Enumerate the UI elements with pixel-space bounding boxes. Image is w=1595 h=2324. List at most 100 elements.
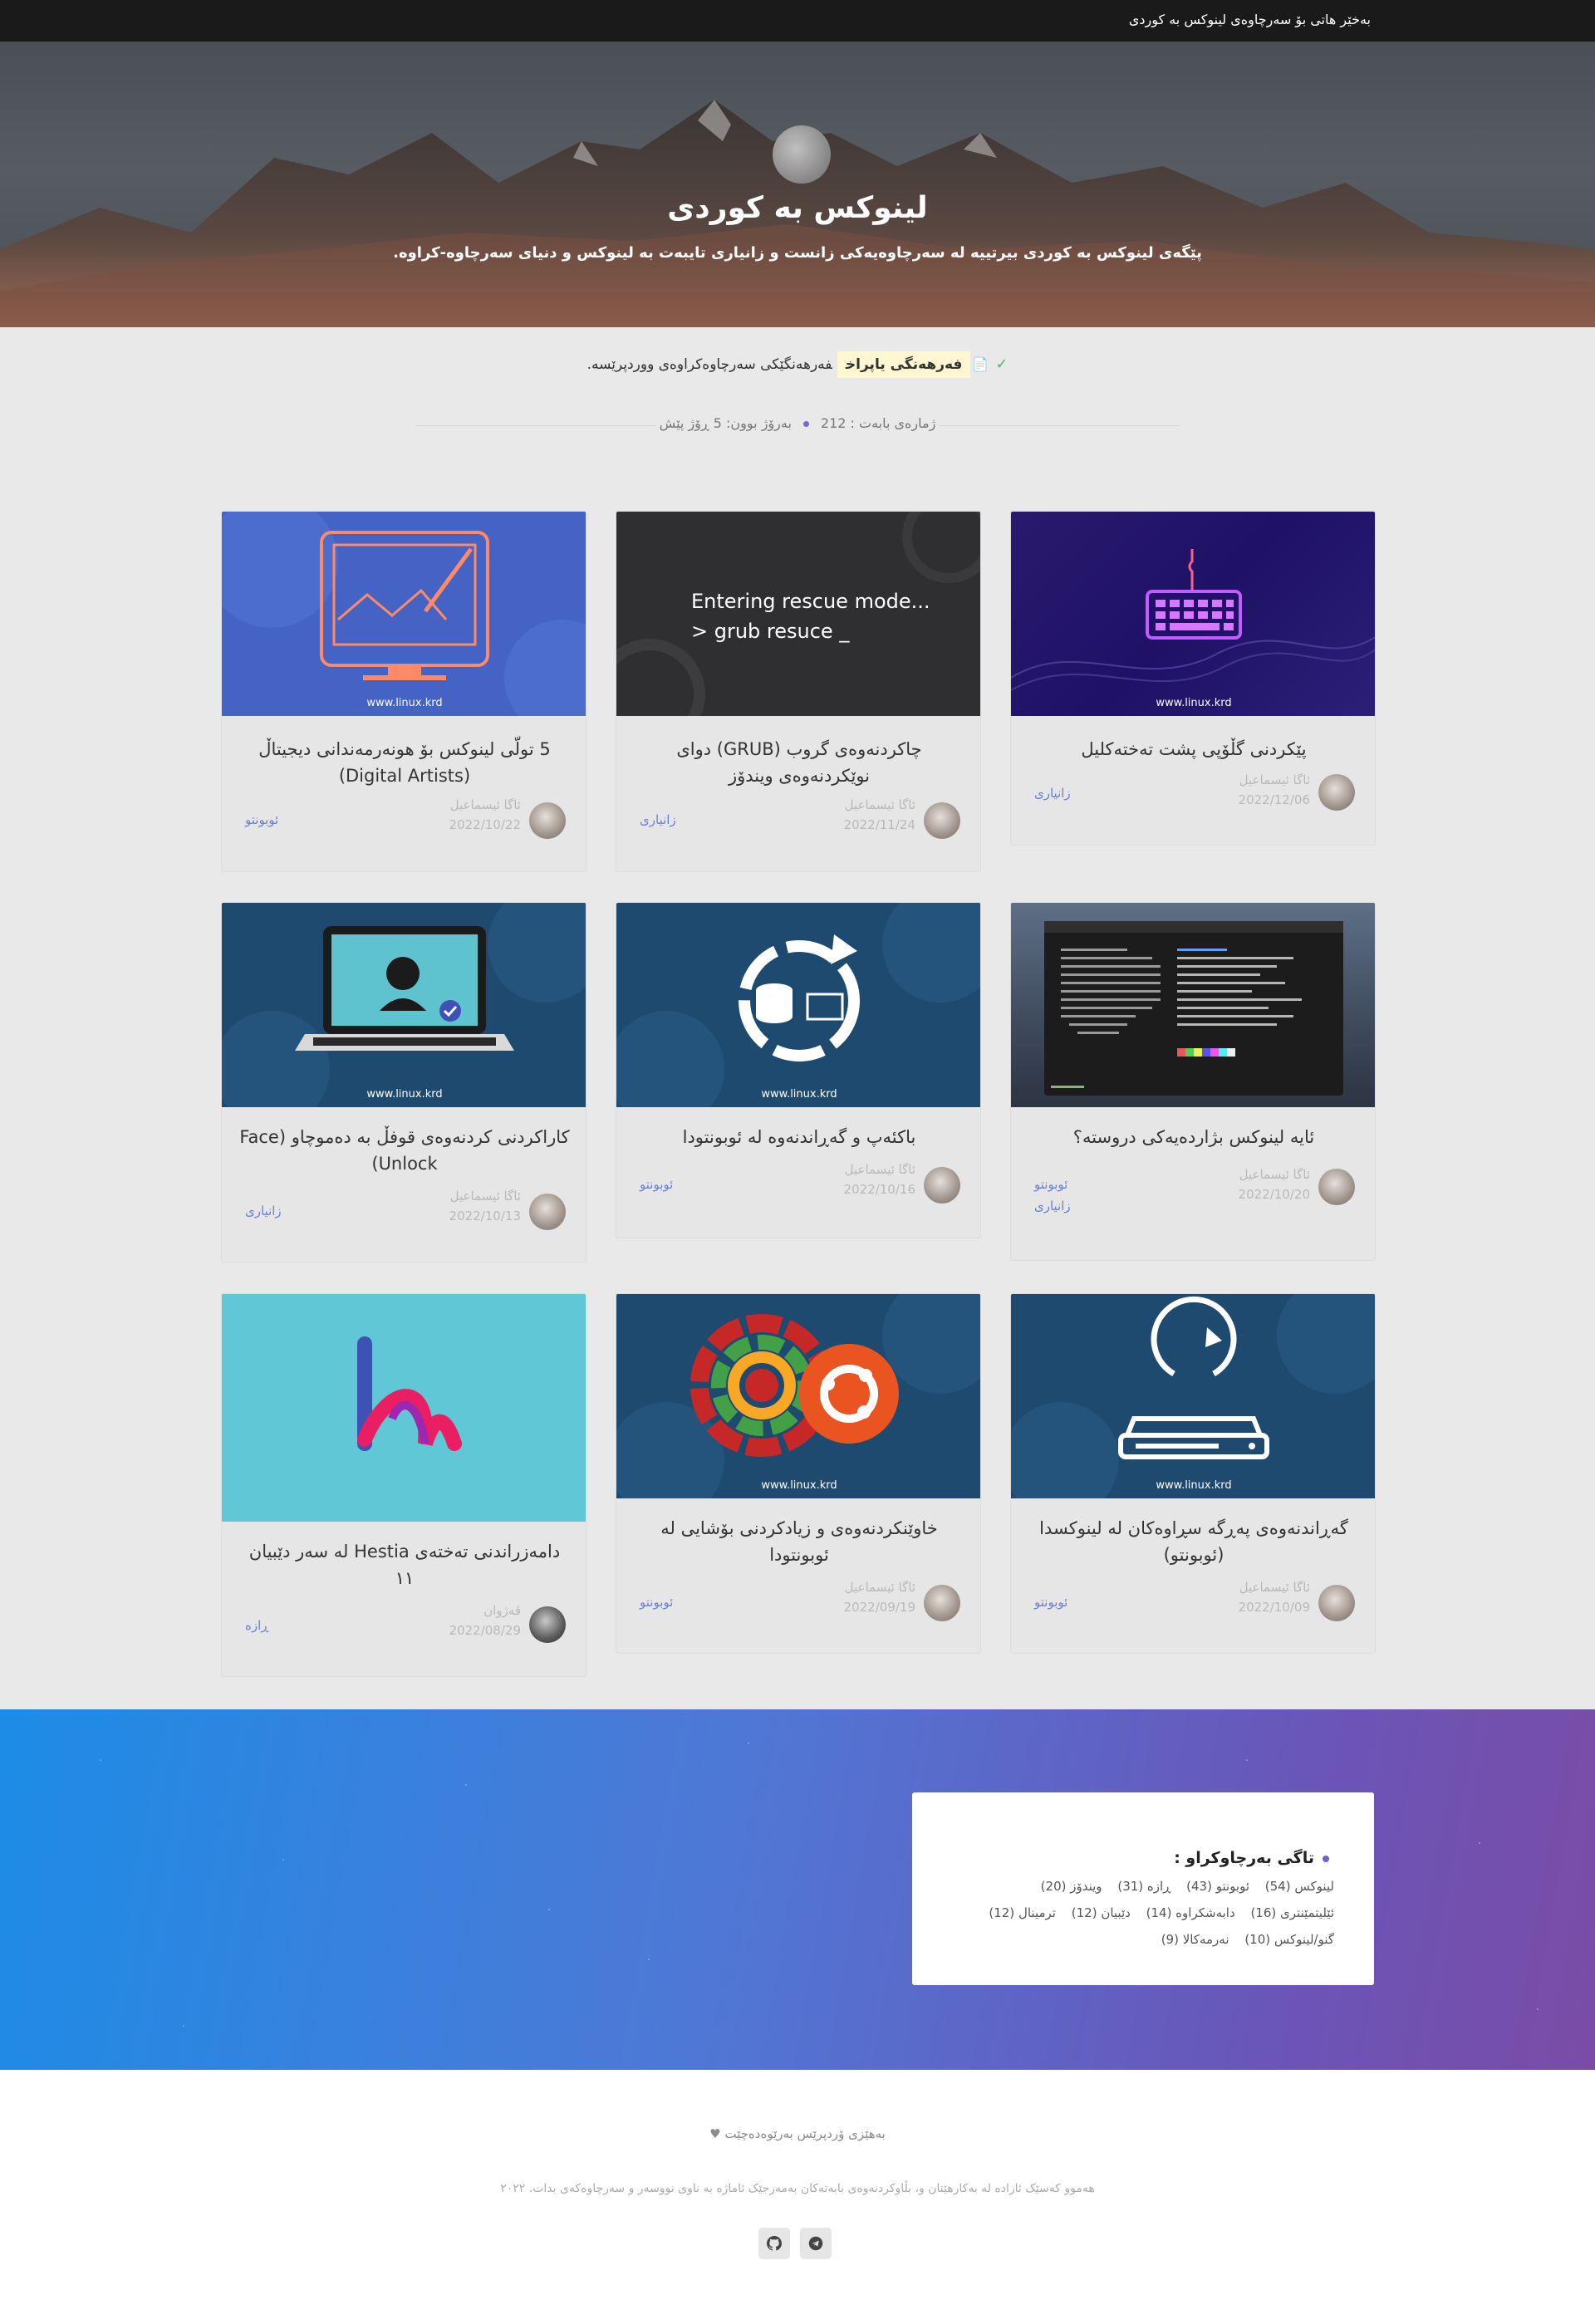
post-thumbnail[interactable]: www.linux.krd [1011, 512, 1375, 716]
avatar[interactable] [924, 1167, 960, 1204]
site-stats: ژمارەی بابەت : 212 بەرۆژ بوون: 5 ڕۆژ پێش [0, 415, 1595, 431]
post-title[interactable]: دامەزراندنی تەختەی Hestia لە سەر دێبیان … [238, 1538, 571, 1591]
tag-link[interactable]: ڕازە (31) [1117, 1879, 1170, 1894]
last-updated: بەرۆژ بوون: 5 ڕۆژ پێش [659, 415, 792, 431]
github-icon[interactable] [758, 2228, 790, 2259]
tag-link[interactable]: ئوبونتو (43) [1186, 1879, 1249, 1894]
author-name[interactable]: ئاگا ئیسماعیل [1239, 772, 1310, 787]
watermark: www.linux.krd [1156, 697, 1232, 709]
post-card[interactable]: دامەزراندنی تەختەی Hestia لە سەر دێبیان … [221, 1293, 586, 1677]
copyright-text: هەموو کەسێک ئازادە لە بەکارهێنان و، بڵاو… [500, 2182, 1095, 2195]
category-link[interactable]: زانیاری [245, 1204, 282, 1218]
author-name[interactable]: ئاگا ئیسماعیل [845, 1162, 915, 1177]
post-title[interactable]: گەڕاندنەوەی پەڕگە سڕاوەکان لە لینوکسدا (… [1028, 1515, 1360, 1568]
watermark: www.linux.krd [761, 1088, 837, 1101]
tag-link[interactable]: لینوکس (54) [1265, 1879, 1334, 1894]
watermark: www.linux.krd [1156, 1479, 1232, 1492]
post-thumbnail[interactable]: www.linux.krd [616, 1294, 980, 1498]
document-icon: 📄 [972, 356, 989, 372]
avatar[interactable] [1318, 774, 1355, 811]
avatar[interactable] [1318, 1169, 1355, 1205]
post-card[interactable]: www.linux.krd باکئەپ و گەڕاندنەوە لە ئوب… [616, 902, 981, 1238]
category-link[interactable]: زانیاری [1034, 786, 1071, 801]
check-icon: ✓ [995, 355, 1009, 373]
tag-link[interactable]: نەرمەکالا (9) [1161, 1932, 1229, 1947]
dictionary-link[interactable]: فەرهەنگی یاپراخ [837, 351, 971, 378]
post-title[interactable]: چاکردنەوەی گروب (GRUB) دوای نوێکردنەوەی … [633, 736, 965, 789]
author-name[interactable]: ئاگا ئیسماعیل [450, 797, 521, 812]
star [100, 1759, 101, 1761]
top-bar: بەخێر هاتی بۆ سەرچاوەی لینوکس بە کوردی [0, 0, 1595, 42]
avatar[interactable] [924, 802, 960, 839]
category-link[interactable]: ئوبونتو [1034, 1595, 1067, 1610]
post-thumbnail[interactable]: www.linux.krd [222, 903, 586, 1107]
post-card[interactable]: ئایە لینوکس بژاردەیەکی دروستە؟ ئاگا ئیسم… [1010, 902, 1376, 1261]
author-name[interactable]: ڤەژوان [483, 1603, 521, 1618]
star [465, 1784, 467, 1786]
tag-link[interactable]: ترمینال (12) [989, 1905, 1056, 1920]
category-link[interactable]: زانیاری [1034, 1199, 1071, 1213]
category-link[interactable]: ئوبونتو [640, 1177, 673, 1192]
telegram-icon[interactable] [800, 2228, 832, 2259]
post-date: 2022/10/16 [843, 1182, 915, 1197]
post-thumbnail[interactable] [1011, 903, 1375, 1107]
star [282, 1859, 284, 1861]
post-card[interactable]: www.linux.krd گەڕاندنەوەی پەڕگە سڕاوەکان… [1010, 1293, 1376, 1654]
avatar[interactable] [529, 1606, 566, 1643]
post-thumbnail[interactable]: www.linux.krd [616, 903, 980, 1107]
post-card[interactable]: www.linux.krd کاراکردنی کردنەوەی قوفڵ بە… [221, 902, 586, 1263]
post-thumbnail[interactable]: www.linux.krd [1011, 1294, 1375, 1498]
tag-link[interactable]: دابەشکراوە (14) [1146, 1905, 1235, 1920]
tag-row: گنو/لینوکس (10) نەرمەکالا (9) [1150, 1932, 1334, 1947]
post-card[interactable]: www.linux.krd خاوێنکردنەوەی و زیادکردنی … [616, 1293, 981, 1654]
hestia-logo [357, 1336, 462, 1451]
site-title[interactable]: لینوکس بە کوردی [0, 191, 1595, 225]
author-name[interactable]: ئاگا ئیسماعیل [845, 797, 915, 812]
category-link[interactable]: ئوبونتو [640, 1595, 673, 1610]
post-date: 2022/10/20 [1238, 1187, 1310, 1202]
watermark: www.linux.krd [761, 1479, 837, 1492]
avatar[interactable] [529, 1194, 566, 1230]
category-link[interactable]: ڕازە [245, 1618, 268, 1633]
avatar[interactable] [924, 1585, 960, 1621]
post-thumbnail[interactable] [222, 1294, 586, 1522]
star [1246, 1759, 1248, 1761]
drawing-monitor-icon [222, 512, 586, 716]
footer: بەهێزی ۆردپرێس بەرێوەدەچێت ♥ هەموو کەسێک… [0, 2070, 1595, 2324]
post-date: 2022/09/19 [843, 1600, 915, 1615]
post-date: 2022/08/29 [449, 1623, 521, 1638]
star [1537, 2008, 1539, 2010]
author-name[interactable]: ئاگا ئیسماعیل [450, 1189, 521, 1204]
rescue-text: Entering rescue mode... > grub resuce _ [691, 586, 930, 646]
post-title[interactable]: باکئەپ و گەڕاندنەوە لە ئوبونتودا [633, 1124, 965, 1150]
disk-usage-icon [616, 1294, 980, 1498]
post-thumbnail[interactable]: www.linux.krd [222, 512, 586, 716]
widget-title: تاگی بەرچاوکراو : [1174, 1849, 1329, 1867]
post-title[interactable]: پێکردنی گڵۆپی پشت تەختەکلیل [1028, 736, 1360, 762]
category-link[interactable]: زانیاری [640, 812, 676, 827]
post-thumbnail[interactable]: Entering rescue mode... > grub resuce _ [616, 512, 980, 716]
star [1479, 1842, 1480, 1844]
author-name[interactable]: ئاگا ئیسماعیل [1239, 1580, 1310, 1595]
category-link[interactable]: ئوبونتو [1034, 1177, 1067, 1192]
post-card[interactable]: Entering rescue mode... > grub resuce _ … [616, 511, 981, 872]
backup-icon [616, 903, 980, 1107]
star [183, 2025, 184, 2027]
avatar[interactable] [529, 802, 566, 839]
post-title[interactable]: ئایە لینوکس بژاردەیەکی دروستە؟ [1028, 1124, 1360, 1150]
post-card[interactable]: www.linux.krd پێکردنی گڵۆپی پشت تەختەکلی… [1010, 511, 1376, 846]
post-title[interactable]: 5 تولّی لینوکس بۆ هونەرمەندانی دیجیتاڵ (… [238, 736, 571, 789]
tag-link[interactable]: گنو/لینوکس (10) [1244, 1932, 1334, 1947]
avatar[interactable] [1318, 1585, 1355, 1621]
category-link[interactable]: ئوبونتو [245, 812, 278, 827]
post-title[interactable]: کاراکردنی کردنەوەی قوفڵ بە دەموچاو (Face… [238, 1124, 571, 1177]
tag-link[interactable]: دێبیان (12) [1072, 1905, 1131, 1920]
author-name[interactable]: ئاگا ئیسماعیل [1239, 1167, 1310, 1182]
post-card[interactable]: www.linux.krd 5 تولّی لینوکس بۆ هونەرمەن… [221, 511, 586, 872]
post-title[interactable]: خاوێنکردنەوەی و زیادکردنی بۆشایی لە ئوبو… [633, 1515, 965, 1568]
star [648, 1959, 650, 1960]
mountain-background [0, 100, 1595, 327]
author-name[interactable]: ئاگا ئیسماعیل [845, 1580, 915, 1595]
tag-link[interactable]: ئێلیتمێنتری (16) [1250, 1905, 1334, 1920]
tag-link[interactable]: ویندۆز (20) [1041, 1879, 1102, 1894]
